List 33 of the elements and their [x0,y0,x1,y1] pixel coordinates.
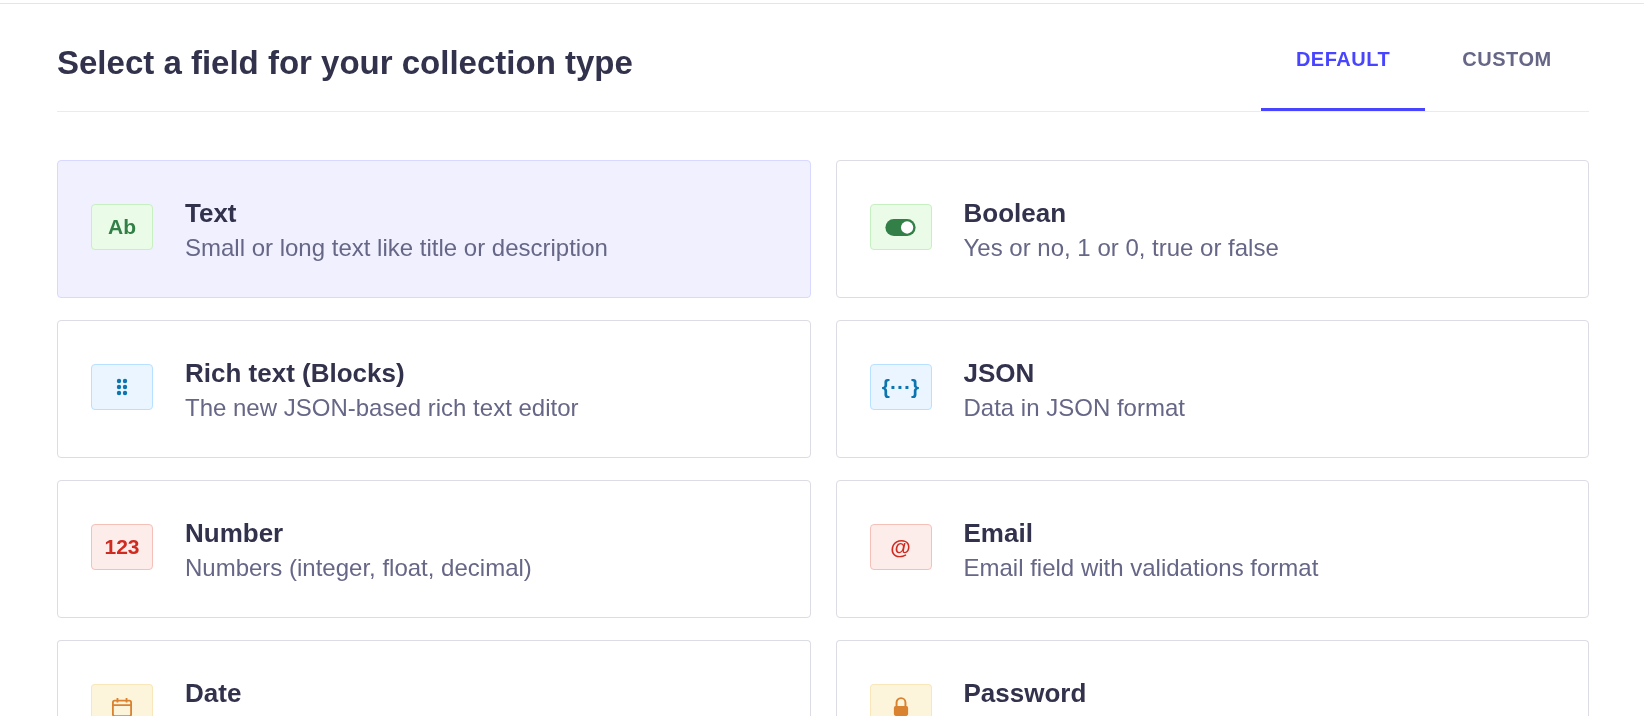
tab[interactable]: DEFAULT [1261,4,1425,111]
calendar-icon [91,684,153,716]
tab[interactable]: CUSTOM [1425,4,1589,111]
field-type-description: Small or long text like title or description [185,234,608,262]
field-type-card[interactable]: Password [835,640,1589,716]
field-type-card[interactable]: Ab Text Small or long text like title or description [57,160,811,298]
field-type-card[interactable]: Boolean Yes or no, 1 or 0, true or false [835,160,1589,298]
type-badge: Ab [91,204,153,250]
toggle-icon [869,204,932,250]
field-type-title: Rich text (Blocks) [185,358,406,388]
type-badge: {···} [869,364,932,410]
field-type-description: The new JSON-based rich text editor [185,394,579,422]
field-type-title: JSON [963,358,1036,388]
field-type-description: Email field with validations format [963,554,1319,582]
type-badge: @ [869,524,932,570]
field-type-card[interactable]: Date [57,640,811,716]
lock-icon [869,684,932,716]
field-type-title: Text [185,198,238,228]
field-type-description: Yes or no, 1 or 0, true or false [963,234,1279,262]
field-type-title: Number [185,518,285,548]
field-type-card[interactable]: @ Email Email field with validations format [835,480,1589,618]
field-type-card[interactable]: 123 Number Numbers (integer, float, decimal) [57,480,811,618]
field-type-title: Password [963,678,1087,708]
field-type-title: Date [185,678,242,708]
type-badge: 123 [91,524,153,570]
field-type-title: Email [963,518,1034,548]
field-type-description: Data in JSON format [963,394,1185,422]
field-type-description: Numbers (integer, float, decimal) [185,554,532,582]
field-type-card[interactable]: Rich text (Blocks) The new JSON-based rich text editor [57,320,811,458]
field-type-title: Boolean [963,198,1068,228]
dots-grid-icon [91,364,153,410]
field-type-card[interactable]: {···} JSON Data in JSON format [835,320,1589,458]
dialog-title: Select a field for your collection type [57,42,633,83]
